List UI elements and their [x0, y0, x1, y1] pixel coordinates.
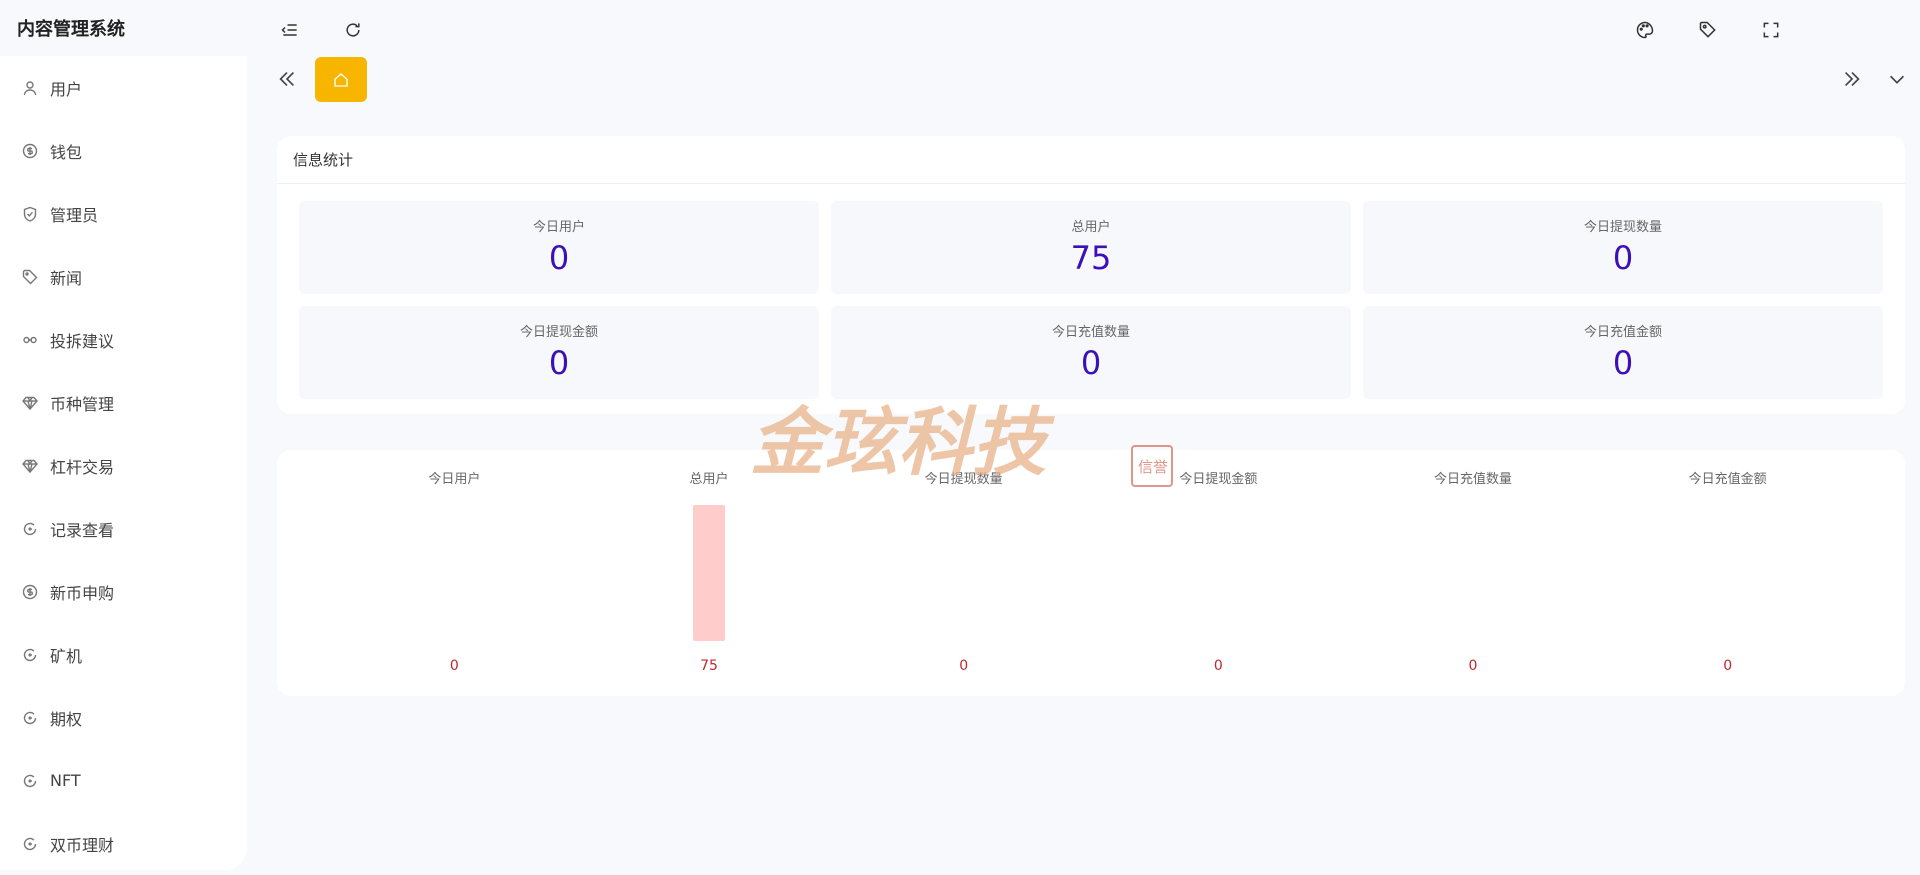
stat-label: 总用户 [1071, 220, 1111, 235]
menu-fold-icon [281, 24, 297, 36]
sidebar-item[interactable]: 用户 [0, 56, 247, 119]
stat-label: 今日提现数量 [1583, 220, 1662, 235]
chart-bar [693, 505, 725, 641]
circle-arrow-icon [22, 710, 38, 726]
diamond-icon [22, 458, 38, 474]
chart-value-label: 0 [1469, 658, 1478, 674]
refresh-icon [346, 23, 360, 37]
link-icon [22, 332, 38, 348]
stat-card: 今日充值金额 0 [1363, 306, 1883, 399]
chart-value-label: 0 [1723, 658, 1732, 674]
sidebar-item-label: NFT [50, 771, 81, 790]
chart-value-label: 75 [700, 658, 718, 674]
sidebar-item-label: 记录查看 [50, 520, 115, 540]
chevron-down-icon [1889, 75, 1905, 84]
user-icon [22, 80, 38, 96]
sidebar-item[interactable]: 新闻 [0, 245, 247, 308]
chart-category-label: 今日提现数量 [925, 471, 1003, 487]
sidebar-item[interactable]: 双币理财 [0, 812, 247, 875]
stat-value: 0 [1612, 239, 1634, 277]
stats-panel-title: 信息统计 [277, 136, 1905, 184]
sidebar-item-label: 币种管理 [50, 394, 115, 414]
sidebar-item-label: 投拆建议 [50, 331, 115, 351]
circle-arrow-icon [22, 836, 38, 852]
sidebar-item[interactable]: 记录查看 [0, 497, 247, 560]
sidebar-item-label: 期权 [50, 709, 83, 729]
stat-card: 总用户 75 [831, 201, 1351, 294]
sidebar-item[interactable]: 钱包 [0, 119, 247, 182]
home-icon [334, 72, 348, 87]
stat-value: 0 [548, 344, 570, 382]
fullscreen-icon [1763, 22, 1779, 38]
stat-label: 今日用户 [532, 220, 585, 235]
sidebar-item[interactable]: 管理员 [0, 182, 247, 245]
stat-card: 今日提现数量 0 [1363, 201, 1883, 294]
stat-label: 今日提现金额 [519, 325, 598, 340]
theme-button[interactable] [1633, 18, 1657, 42]
sidebar-item-label: 用户 [50, 79, 83, 99]
chart-value-label: 0 [1214, 658, 1223, 674]
stat-value: 0 [548, 239, 570, 277]
sidebar-item[interactable]: 矿机 [0, 623, 247, 686]
stat-value: 0 [1612, 344, 1634, 382]
circle-arrow-icon [22, 773, 38, 789]
sidebar-item[interactable]: 投拆建议 [0, 308, 247, 371]
chart-panel: 今日用户 0 总用户 75 今日提现数量 0 今日提现金额 0 今日充值数量 0 今日充值金额 0 [277, 450, 1905, 696]
diamond-icon [22, 395, 38, 411]
sidebar-item[interactable]: 新币申购 [0, 560, 247, 623]
sidebar-item[interactable]: 杠杆交易 [0, 434, 247, 497]
chart-category-label: 今日用户 [428, 471, 480, 487]
shield-icon [22, 206, 38, 222]
sidebar-item-label: 管理员 [50, 205, 99, 225]
menu-fold-button[interactable] [278, 18, 302, 42]
stat-value: 75 [1070, 239, 1112, 277]
palette-icon [1636, 21, 1654, 39]
sidebar-menu: 用户钱包管理员新闻投拆建议币种管理杠杆交易记录查看新币申购矿机期权 NFT 双币理财 [0, 56, 247, 875]
circle-arrow-icon [22, 647, 38, 663]
sidebar-item-label: 新闻 [50, 268, 83, 288]
chart-category-label: 今日充值数量 [1434, 471, 1512, 487]
tag-button[interactable] [1696, 18, 1720, 42]
refresh-button[interactable] [341, 18, 365, 42]
fullscreen-button[interactable] [1759, 18, 1783, 42]
stat-card: 今日充值数量 0 [831, 306, 1351, 399]
sidebar-item-label: 钱包 [50, 142, 83, 162]
bar-chart: 今日用户 0 总用户 75 今日提现数量 0 今日提现金额 0 今日充值数量 0 今日充值金额 0 [428, 471, 1767, 674]
chart-category-label: 今日充值金额 [1689, 471, 1767, 487]
stat-label: 今日充值金额 [1583, 325, 1662, 340]
stat-label: 今日充值数量 [1051, 325, 1130, 340]
chart-category-label: 总用户 [689, 471, 728, 487]
tabs-scroll-left-button[interactable] [274, 66, 300, 92]
stat-value: 0 [1080, 344, 1102, 382]
sidebar-item[interactable]: 币种管理 [0, 371, 247, 434]
tag-icon [1699, 21, 1716, 38]
tabs-menu-button[interactable] [1884, 66, 1910, 92]
dollar-icon [22, 143, 38, 159]
tab-home[interactable] [315, 57, 367, 102]
stat-card: 今日用户 0 [299, 201, 819, 294]
stat-card: 今日提现金额 0 [299, 306, 819, 399]
stats-grid: 今日用户 0 总用户 75 今日提现数量 0 今日提现金额 0 今日充值数量 0… [299, 201, 1883, 399]
sidebar-item-label: 矿机 [50, 646, 83, 666]
double-chevron-left-icon [279, 71, 295, 87]
chart-value-label: 0 [959, 658, 968, 674]
app-title: 内容管理系统 [0, 0, 247, 56]
sidebar: 内容管理系统 用户钱包管理员新闻投拆建议币种管理杠杆交易记录查看新币申购矿机期权… [0, 0, 247, 870]
dollar-icon [22, 584, 38, 600]
circle-arrow-icon [22, 521, 38, 537]
chart-value-label: 0 [450, 658, 459, 674]
sidebar-item-label: 新币申购 [50, 583, 115, 603]
sidebar-item-label: 杠杆交易 [50, 457, 115, 477]
sidebar-item-label: 双币理财 [50, 835, 115, 855]
tabs-scroll-right-button[interactable] [1839, 66, 1865, 92]
sidebar-item[interactable]: NFT [0, 749, 247, 812]
tag-icon [22, 269, 38, 285]
double-chevron-right-icon [1844, 71, 1860, 87]
stats-panel: 信息统计 今日用户 0 总用户 75 今日提现数量 0 今日提现金额 0 今日充… [277, 136, 1905, 414]
chart-category-label: 今日提现金额 [1179, 471, 1257, 487]
sidebar-item[interactable]: 期权 [0, 686, 247, 749]
